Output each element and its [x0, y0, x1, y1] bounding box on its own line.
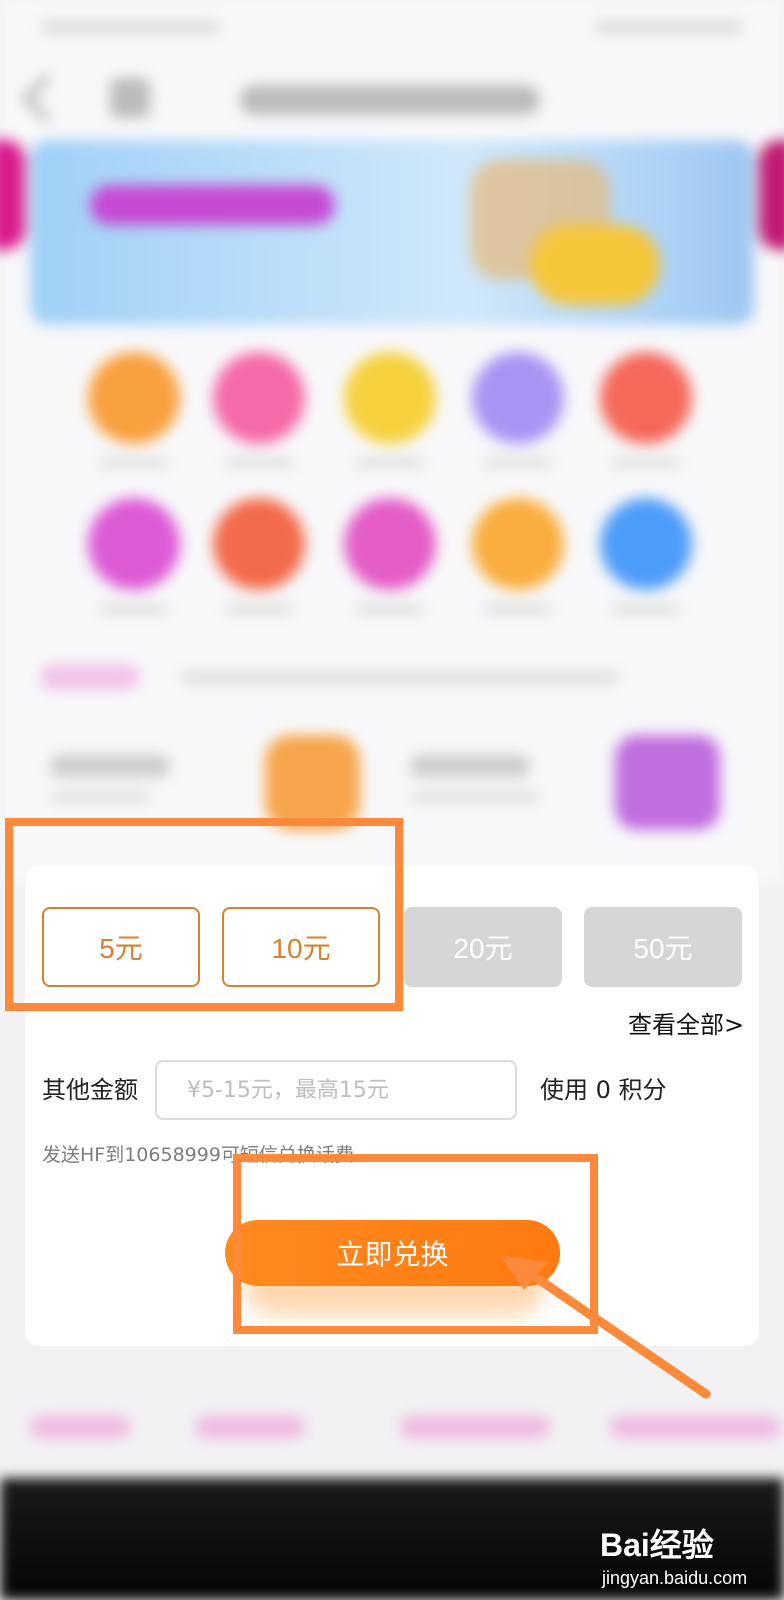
watermark-url: jingyan.baidu.com: [602, 1568, 748, 1588]
annotation-arrow: [500, 1255, 711, 1399]
baidu-jingyan-watermark: Bai经验 jingyan.baidu.com: [600, 1520, 780, 1595]
watermark-logo: Bai经验: [600, 1527, 714, 1563]
